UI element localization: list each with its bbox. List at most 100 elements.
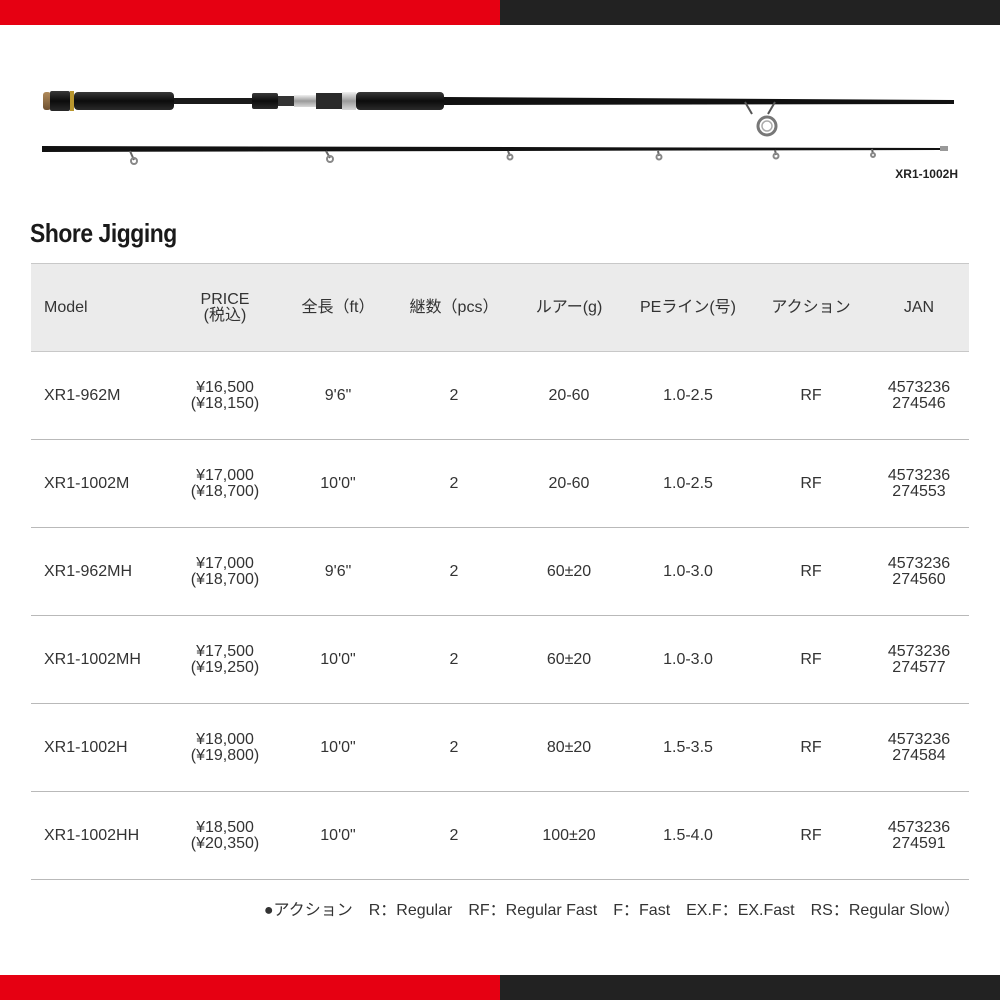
cell-pieces: 2 — [393, 351, 515, 440]
jan-part-2: 274584 — [892, 746, 946, 764]
cell-price: ¥17,000 (¥18,700) — [167, 439, 283, 528]
table-row: XR1-1002MH ¥17,500 (¥19,250) 10'0" 2 60±2… — [31, 615, 969, 704]
table-row: XR1-1002HH ¥18,500 (¥20,350) 10'0" 2 100±… — [31, 791, 969, 880]
cell-jan: 4573236 274584 — [869, 703, 969, 792]
cell-action: RF — [753, 351, 869, 440]
cell-jan: 4573236 274591 — [869, 791, 969, 880]
jan-part-1: 4573236 — [887, 818, 951, 836]
cell-action: RF — [753, 527, 869, 616]
cell-length: 9'6" — [283, 527, 393, 616]
cell-price: ¥17,500 (¥19,250) — [167, 615, 283, 704]
cell-jan: 4573236 274577 — [869, 615, 969, 704]
cell-pe-line: 1.5-4.0 — [623, 791, 753, 880]
cell-pieces: 2 — [393, 439, 515, 528]
price-value: ¥18,000 — [196, 730, 254, 748]
jan-part-1: 4573236 — [887, 642, 951, 660]
cell-lure: 20-60 — [515, 351, 623, 440]
price-value: ¥17,500 — [196, 642, 254, 660]
jan-part-1: 4573236 — [887, 466, 951, 484]
cell-price: ¥18,000 (¥19,800) — [167, 703, 283, 792]
section-title: Shore Jigging — [30, 218, 177, 248]
jan-part-2: 274553 — [892, 482, 946, 500]
cell-length: 10'0" — [283, 791, 393, 880]
cell-pe-line: 1.0-2.5 — [623, 439, 753, 528]
jan-part-1: 4573236 — [887, 378, 951, 396]
top-accent-bar — [0, 0, 1000, 25]
cell-lure: 20-60 — [515, 439, 623, 528]
rod-model-label: XR1-1002H — [895, 167, 958, 181]
cell-pieces: 2 — [393, 791, 515, 880]
price-tax-value: (¥20,350) — [190, 834, 260, 852]
cell-model: XR1-1002HH — [31, 791, 167, 880]
cell-lure: 80±20 — [515, 703, 623, 792]
cell-action: RF — [753, 791, 869, 880]
cell-model: XR1-962M — [31, 351, 167, 440]
price-value: ¥18,500 — [196, 818, 254, 836]
header-price-label: PRICE — [200, 290, 250, 308]
cell-action: RF — [753, 439, 869, 528]
header-price: PRICE (税込) — [167, 263, 283, 352]
cell-price: ¥18,500 (¥20,350) — [167, 791, 283, 880]
cell-pe-line: 1.0-3.0 — [623, 615, 753, 704]
header-lure: ルアー(g) — [515, 263, 623, 352]
cell-length: 10'0" — [283, 703, 393, 792]
cell-lure: 60±20 — [515, 527, 623, 616]
cell-length: 9'6" — [283, 351, 393, 440]
bottom-red-band — [0, 975, 500, 1000]
jan-part-2: 274577 — [892, 658, 946, 676]
cell-length: 10'0" — [283, 615, 393, 704]
header-pieces: 継数（pcs） — [393, 263, 515, 352]
header-length: 全長（ft） — [283, 263, 393, 352]
header-action: アクション — [753, 263, 869, 352]
cell-pe-line: 1.0-2.5 — [623, 351, 753, 440]
cell-pe-line: 1.5-3.5 — [623, 703, 753, 792]
cell-price: ¥17,000 (¥18,700) — [167, 527, 283, 616]
cell-action: RF — [753, 703, 869, 792]
bottom-accent-bar — [0, 975, 1000, 1000]
spec-table: Model PRICE (税込) 全長（ft） 継数（pcs） ルアー(g) P… — [31, 263, 969, 880]
cell-model: XR1-1002MH — [31, 615, 167, 704]
price-tax-value: (¥19,800) — [190, 746, 260, 764]
jan-part-1: 4573236 — [887, 730, 951, 748]
table-row: XR1-1002M ¥17,000 (¥18,700) 10'0" 2 20-60… — [31, 439, 969, 528]
cell-pieces: 2 — [393, 615, 515, 704]
header-model: Model — [31, 263, 167, 352]
header-pe-line: PEライン(号) — [623, 263, 753, 352]
cell-length: 10'0" — [283, 439, 393, 528]
cell-price: ¥16,500 (¥18,150) — [167, 351, 283, 440]
cell-lure: 60±20 — [515, 615, 623, 704]
rod-product-image: XR1-1002H — [30, 60, 970, 190]
price-value: ¥17,000 — [196, 466, 254, 484]
table-row: XR1-1002H ¥18,000 (¥19,800) 10'0" 2 80±20… — [31, 703, 969, 792]
price-value: ¥17,000 — [196, 554, 254, 572]
jan-part-2: 274591 — [892, 834, 946, 852]
cell-pe-line: 1.0-3.0 — [623, 527, 753, 616]
table-header-row: Model PRICE (税込) 全長（ft） 継数（pcs） ルアー(g) P… — [31, 263, 969, 352]
table-row: XR1-962MH ¥17,000 (¥18,700) 9'6" 2 60±20 … — [31, 527, 969, 616]
cell-model: XR1-962MH — [31, 527, 167, 616]
table-row: XR1-962M ¥16,500 (¥18,150) 9'6" 2 20-60 1… — [31, 351, 969, 440]
bottom-black-band — [500, 975, 1000, 1000]
cell-jan: 4573236 274546 — [869, 351, 969, 440]
fishing-rod-illustration — [42, 91, 954, 165]
price-tax-value: (¥18,150) — [190, 394, 260, 412]
price-tax-value: (¥18,700) — [190, 482, 260, 500]
top-black-band — [500, 0, 1000, 25]
jan-part-2: 274546 — [892, 394, 946, 412]
cell-action: RF — [753, 615, 869, 704]
price-tax-value: (¥18,700) — [190, 570, 260, 588]
cell-pieces: 2 — [393, 703, 515, 792]
header-jan: JAN — [869, 263, 969, 352]
price-value: ¥16,500 — [196, 378, 254, 396]
price-tax-value: (¥19,250) — [190, 658, 260, 676]
cell-lure: 100±20 — [515, 791, 623, 880]
header-price-tax-label: (税込) — [203, 306, 247, 324]
jan-part-1: 4573236 — [887, 554, 951, 572]
cell-jan: 4573236 274560 — [869, 527, 969, 616]
action-legend: ●アクション R：Regular RF：Regular Fast F：Fast … — [263, 902, 960, 919]
cell-jan: 4573236 274553 — [869, 439, 969, 528]
cell-pieces: 2 — [393, 527, 515, 616]
top-red-band — [0, 0, 500, 25]
cell-model: XR1-1002H — [31, 703, 167, 792]
cell-model: XR1-1002M — [31, 439, 167, 528]
